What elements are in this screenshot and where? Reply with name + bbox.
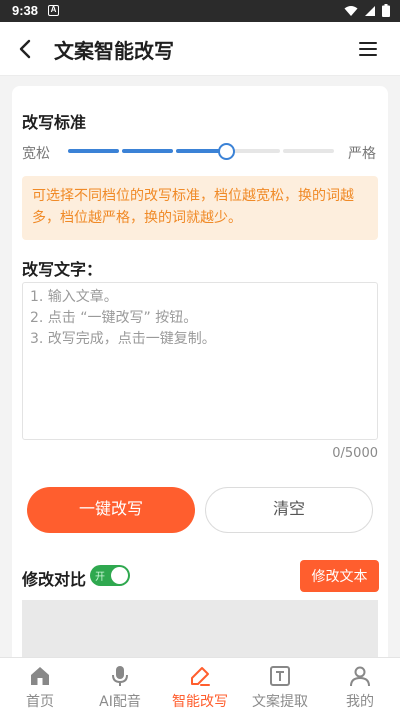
char-counter: 0/5000 bbox=[332, 446, 378, 461]
tab-label: 智能改写 bbox=[172, 694, 228, 710]
text-extract-icon bbox=[270, 666, 290, 686]
slider-segment bbox=[121, 149, 173, 153]
clear-button[interactable]: 清空 bbox=[205, 487, 373, 533]
edit-text-button[interactable]: 修改文本 bbox=[300, 560, 379, 592]
edit-pen-icon bbox=[191, 667, 210, 686]
compare-title: 修改对比 bbox=[22, 570, 87, 589]
tab-smart-rewrite[interactable]: 智能改写 bbox=[160, 658, 240, 712]
tab-label: 我的 bbox=[346, 694, 374, 710]
rewrite-standard-title: 改写标准 bbox=[22, 113, 87, 132]
tab-label: 文案提取 bbox=[252, 694, 308, 710]
compare-result-area bbox=[22, 600, 378, 660]
slider-segment bbox=[229, 149, 281, 153]
tab-text-extract[interactable]: 文案提取 bbox=[240, 658, 320, 712]
home-icon bbox=[31, 667, 49, 685]
toggle-thumb bbox=[111, 567, 128, 584]
tab-label: AI配音 bbox=[99, 694, 141, 710]
wifi-icon bbox=[344, 5, 358, 16]
back-arrow-icon[interactable] bbox=[14, 37, 38, 61]
bottom-tab-bar: 首页 AI配音 智能改写 文案提取 我的 bbox=[0, 657, 400, 712]
user-icon bbox=[350, 666, 370, 687]
tab-ai-voice[interactable]: AI配音 bbox=[80, 658, 160, 712]
rewrite-text-input[interactable]: 1. 输入文章。 2. 点击 “一键改写” 按钮。 3. 改写完成，点击一键复制… bbox=[22, 282, 378, 440]
battery-icon bbox=[382, 4, 390, 17]
slider-segment bbox=[68, 149, 119, 153]
tab-mine[interactable]: 我的 bbox=[320, 658, 400, 712]
toggle-on-label: 开 bbox=[95, 572, 105, 583]
rewrite-standard-tip: 可选择不同档位的改写标准，档位越宽松，换的词越多，档位越严格，换的词就越少。 bbox=[22, 176, 378, 240]
compare-toggle[interactable]: 开 bbox=[90, 565, 130, 586]
rewrite-text-title: 改写文字： bbox=[22, 260, 103, 279]
status-time: 9:38 bbox=[12, 3, 39, 18]
tab-label: 首页 bbox=[26, 694, 54, 710]
tab-home[interactable]: 首页 bbox=[0, 658, 80, 712]
microphone-icon bbox=[112, 666, 128, 686]
app-bar: 文案智能改写 bbox=[0, 22, 400, 76]
slider-knob[interactable] bbox=[217, 143, 235, 160]
slider-min-label: 宽松 bbox=[22, 146, 50, 162]
slider-max-label: 严格 bbox=[348, 146, 376, 162]
one-click-rewrite-button[interactable]: 一键改写 bbox=[27, 487, 195, 533]
hamburger-menu-icon[interactable] bbox=[358, 39, 378, 59]
rewrite-standard-slider[interactable] bbox=[68, 143, 334, 160]
notification-icon: A bbox=[48, 5, 59, 16]
system-icons bbox=[344, 4, 390, 17]
signal-icon bbox=[365, 5, 375, 16]
slider-segment bbox=[283, 149, 334, 153]
status-bar: 9:38 A bbox=[0, 0, 400, 22]
page-title: 文案智能改写 bbox=[54, 39, 174, 63]
